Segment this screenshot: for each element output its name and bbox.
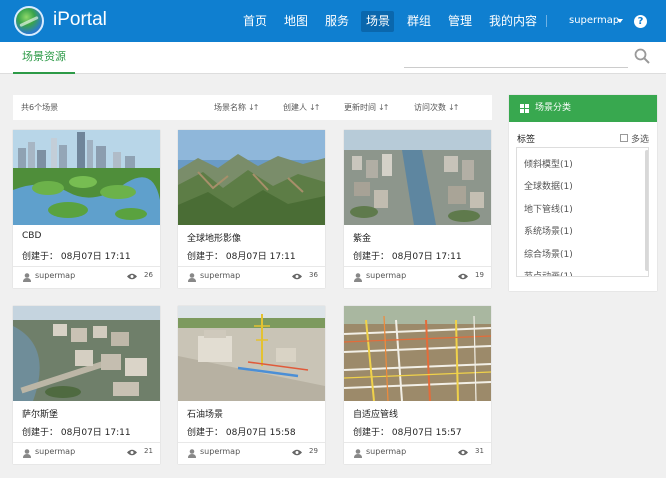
sort-by-creator[interactable]: 创建人 ↓↑: [283, 95, 320, 120]
scene-thumbnail[interactable]: [13, 306, 160, 401]
category-scrollbar[interactable]: [645, 150, 648, 271]
chevron-down-icon[interactable]: [617, 19, 623, 23]
card-divider: [344, 266, 491, 267]
sort-icon: ↓↑: [309, 103, 320, 112]
sort-icon: ↓↑: [248, 103, 259, 112]
top-navbar: iPortal 首页 地图 服务 场景 群组 管理 我的内容 supermap …: [0, 0, 666, 42]
created-date: 创建于： 08月07日 15:58: [187, 428, 296, 438]
nav-home[interactable]: 首页: [243, 0, 267, 42]
tag-label: 标签: [517, 135, 536, 145]
nav-separator: [546, 15, 547, 27]
view-count: 26: [144, 271, 153, 279]
view-count: 29: [309, 447, 318, 455]
scene-owner[interactable]: supermap: [35, 271, 75, 280]
scene-title[interactable]: 自适应管线: [353, 407, 398, 420]
created-date: 创建于： 08月07日 17:11: [22, 428, 131, 438]
eye-icon: [127, 449, 137, 456]
scene-card[interactable]: 萨尔斯堡 创建于： 08月07日 17:11 supermap 21: [13, 306, 160, 464]
nav-group[interactable]: 群组: [407, 0, 431, 42]
user-icon: [188, 449, 196, 458]
category-item[interactable]: 节点动画(1): [524, 269, 573, 276]
card-divider: [178, 266, 325, 267]
card-divider: [344, 442, 491, 443]
scene-card[interactable]: 全球地形影像 创建于： 08月07日 17:11 supermap 36: [178, 130, 325, 288]
category-item[interactable]: 综合场景(1): [524, 247, 573, 260]
scene-title[interactable]: 萨尔斯堡: [22, 407, 58, 420]
search-icon[interactable]: [634, 48, 650, 64]
nav-scene[interactable]: 场景: [366, 0, 390, 42]
sidebar-title: 场景分类: [535, 103, 572, 113]
multi-select-checkbox[interactable]: [620, 134, 628, 142]
category-item[interactable]: 全球数据(1): [524, 179, 573, 192]
user-menu[interactable]: supermap: [569, 0, 619, 42]
scene-owner[interactable]: supermap: [200, 271, 240, 280]
user-icon: [354, 449, 362, 458]
user-icon: [354, 273, 362, 282]
eye-icon: [458, 273, 468, 280]
created-date: 创建于： 08月07日 17:11: [353, 252, 462, 262]
category-list: 倾斜模型(1) 全球数据(1) 地下管线(1) 系统场景(1) 综合场景(1) …: [516, 147, 649, 277]
scene-thumbnail[interactable]: [344, 306, 491, 401]
card-divider: [13, 442, 160, 443]
scene-owner[interactable]: supermap: [366, 447, 406, 456]
category-item[interactable]: 倾斜模型(1): [524, 157, 573, 170]
scene-card[interactable]: 自适应管线 创建于： 08月07日 15:57 supermap 31: [344, 306, 491, 464]
view-count: 36: [309, 271, 318, 279]
sort-icon: ↓↑: [448, 103, 459, 112]
nav-my-content[interactable]: 我的内容: [489, 0, 537, 42]
scene-thumbnail[interactable]: [13, 130, 160, 225]
eye-icon: [458, 449, 468, 456]
eye-icon: [292, 449, 302, 456]
sort-by-name[interactable]: 场景名称 ↓↑: [214, 95, 259, 120]
user-icon: [188, 273, 196, 282]
scene-card[interactable]: CBD 创建于： 08月07日 17:11 supermap 26: [13, 130, 160, 288]
sort-toolbar: 共6个场景 场景名称 ↓↑ 创建人 ↓↑ 更新时间 ↓↑ 访问次数 ↓↑: [13, 95, 492, 120]
grid-icon: [520, 104, 529, 113]
help-icon[interactable]: ?: [634, 15, 647, 28]
eye-icon: [127, 273, 137, 280]
search-input[interactable]: [404, 57, 628, 68]
scene-card[interactable]: 紫金 创建于： 08月07日 17:11 supermap 19: [344, 130, 491, 288]
view-count: 19: [475, 271, 484, 279]
scene-thumbnail[interactable]: [178, 306, 325, 401]
category-item[interactable]: 地下管线(1): [524, 202, 573, 215]
scene-thumbnail[interactable]: [344, 130, 491, 225]
view-count: 31: [475, 447, 484, 455]
sort-by-update-time[interactable]: 更新时间 ↓↑: [344, 95, 389, 120]
scene-title[interactable]: 石油场景: [187, 407, 223, 420]
eye-icon: [292, 273, 302, 280]
sort-by-visits[interactable]: 访问次数 ↓↑: [414, 95, 459, 120]
sidebar-header: 场景分类: [509, 95, 657, 122]
brand-name[interactable]: iPortal: [53, 9, 107, 31]
globe-logo-icon[interactable]: [14, 6, 44, 36]
user-icon: [23, 449, 31, 458]
scene-owner[interactable]: supermap: [200, 447, 240, 456]
view-count: 21: [144, 447, 153, 455]
nav-map[interactable]: 地图: [284, 0, 308, 42]
card-divider: [13, 266, 160, 267]
category-sidebar: 场景分类 标签 多选 倾斜模型(1) 全球数据(1) 地下管线(1) 系统场景(…: [509, 95, 657, 291]
category-item[interactable]: 系统场景(1): [524, 224, 573, 237]
card-divider: [178, 442, 325, 443]
nav-admin[interactable]: 管理: [448, 0, 472, 42]
scene-title[interactable]: 紫金: [353, 231, 371, 244]
scene-thumbnail[interactable]: [178, 130, 325, 225]
created-date: 创建于： 08月07日 17:11: [22, 252, 131, 262]
result-count: 共6个场景: [21, 103, 59, 112]
scene-title[interactable]: CBD: [22, 231, 41, 241]
multi-select-label[interactable]: 多选: [631, 132, 649, 145]
scene-card[interactable]: 石油场景 创建于： 08月07日 15:58 supermap 29: [178, 306, 325, 464]
tab-scene-resources[interactable]: 场景资源: [13, 42, 75, 74]
user-icon: [23, 273, 31, 282]
scene-title[interactable]: 全球地形影像: [187, 231, 241, 244]
created-date: 创建于： 08月07日 15:57: [353, 428, 462, 438]
created-date: 创建于： 08月07日 17:11: [187, 252, 296, 262]
nav-service[interactable]: 服务: [325, 0, 349, 42]
scene-owner[interactable]: supermap: [35, 447, 75, 456]
sort-icon: ↓↑: [378, 103, 389, 112]
scene-owner[interactable]: supermap: [366, 271, 406, 280]
